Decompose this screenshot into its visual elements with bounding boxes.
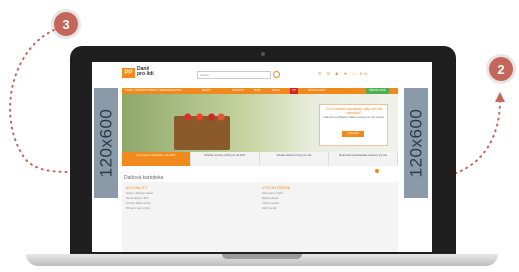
col2-item[interactable]: Výkon daně z příjmů xyxy=(262,193,283,196)
right-arrow-head xyxy=(495,92,505,102)
news-section: AKTUALITY Změny v daňovém zákoně Novela … xyxy=(122,182,398,252)
promo-title: Co si musíte uspořádat, aby vám nic neun… xyxy=(325,107,383,115)
col2-item[interactable]: Lhůty pro podání xyxy=(262,203,279,206)
ad-banner-left-label: 120x600 xyxy=(96,108,116,178)
col1-item[interactable]: Změny v daňovém zákoně xyxy=(126,193,153,196)
col1-item[interactable]: Přiznání k dani z příjmů xyxy=(126,208,150,211)
col1-title: AKTUALITY xyxy=(126,185,148,190)
col1-item[interactable]: Kontrolní hlášení a lhůty xyxy=(126,203,151,206)
site-logo-mark[interactable]: PP xyxy=(122,68,135,78)
hero-tab-4[interactable]: Zpracování podnikatelské evidence pro vá… xyxy=(329,152,398,166)
laptop-screen: PP Daně pro lidi Hledat ✆ ✉ ♟ ★ ⌂ EN 120… xyxy=(92,62,432,252)
carousel-indicator[interactable] xyxy=(375,169,379,173)
site-logo-text[interactable]: Daně pro lidi xyxy=(137,67,157,77)
hero-tabs: Co si musíte uspořádat v roce 2017 Důlež… xyxy=(122,152,398,166)
search-input[interactable]: Hledat xyxy=(197,71,271,79)
promo-box: Co si musíte uspořádat, aby vám nic neun… xyxy=(319,104,388,146)
hero-banner[interactable]: Co si musíte uspořádat, aby vám nic neun… xyxy=(122,94,398,152)
promo-button[interactable]: Vyzkoušet xyxy=(342,131,364,137)
laptop-camera xyxy=(261,52,265,56)
hero-tab-3[interactable]: Aktuální daňové změny pro vás xyxy=(260,152,329,166)
laptop-notch xyxy=(222,254,302,259)
ad-banner-right-label: 120x600 xyxy=(406,108,426,178)
search-icon[interactable] xyxy=(273,71,280,78)
col2-title: VÝKON ŘÍZENÍ xyxy=(262,185,291,190)
hero-tab-2[interactable]: Důležité novinky a lhůty pro rok 2017 xyxy=(191,152,260,166)
hero-tab-1[interactable]: Co si musíte uspořádat v roce 2017 xyxy=(122,152,191,166)
left-arrow-path xyxy=(9,29,79,173)
promo-text: Ještě dnes se přihlaste k odběru novinek… xyxy=(323,117,385,119)
header-icons[interactable]: ✆ ✉ ♟ ★ ⌂ EN xyxy=(318,71,369,76)
apples-image xyxy=(178,112,226,122)
col2-item[interactable]: Zálohy na daň xyxy=(262,208,277,211)
section-title: Daňová kartoteka xyxy=(124,175,164,181)
ad-banner-left[interactable]: 120x600 xyxy=(94,88,118,198)
col1-item[interactable]: Novela zákona o DPH xyxy=(126,198,149,201)
ad-banner-right[interactable]: 120x600 xyxy=(404,88,428,198)
col2-item[interactable]: Daňové přiznání xyxy=(262,198,279,201)
